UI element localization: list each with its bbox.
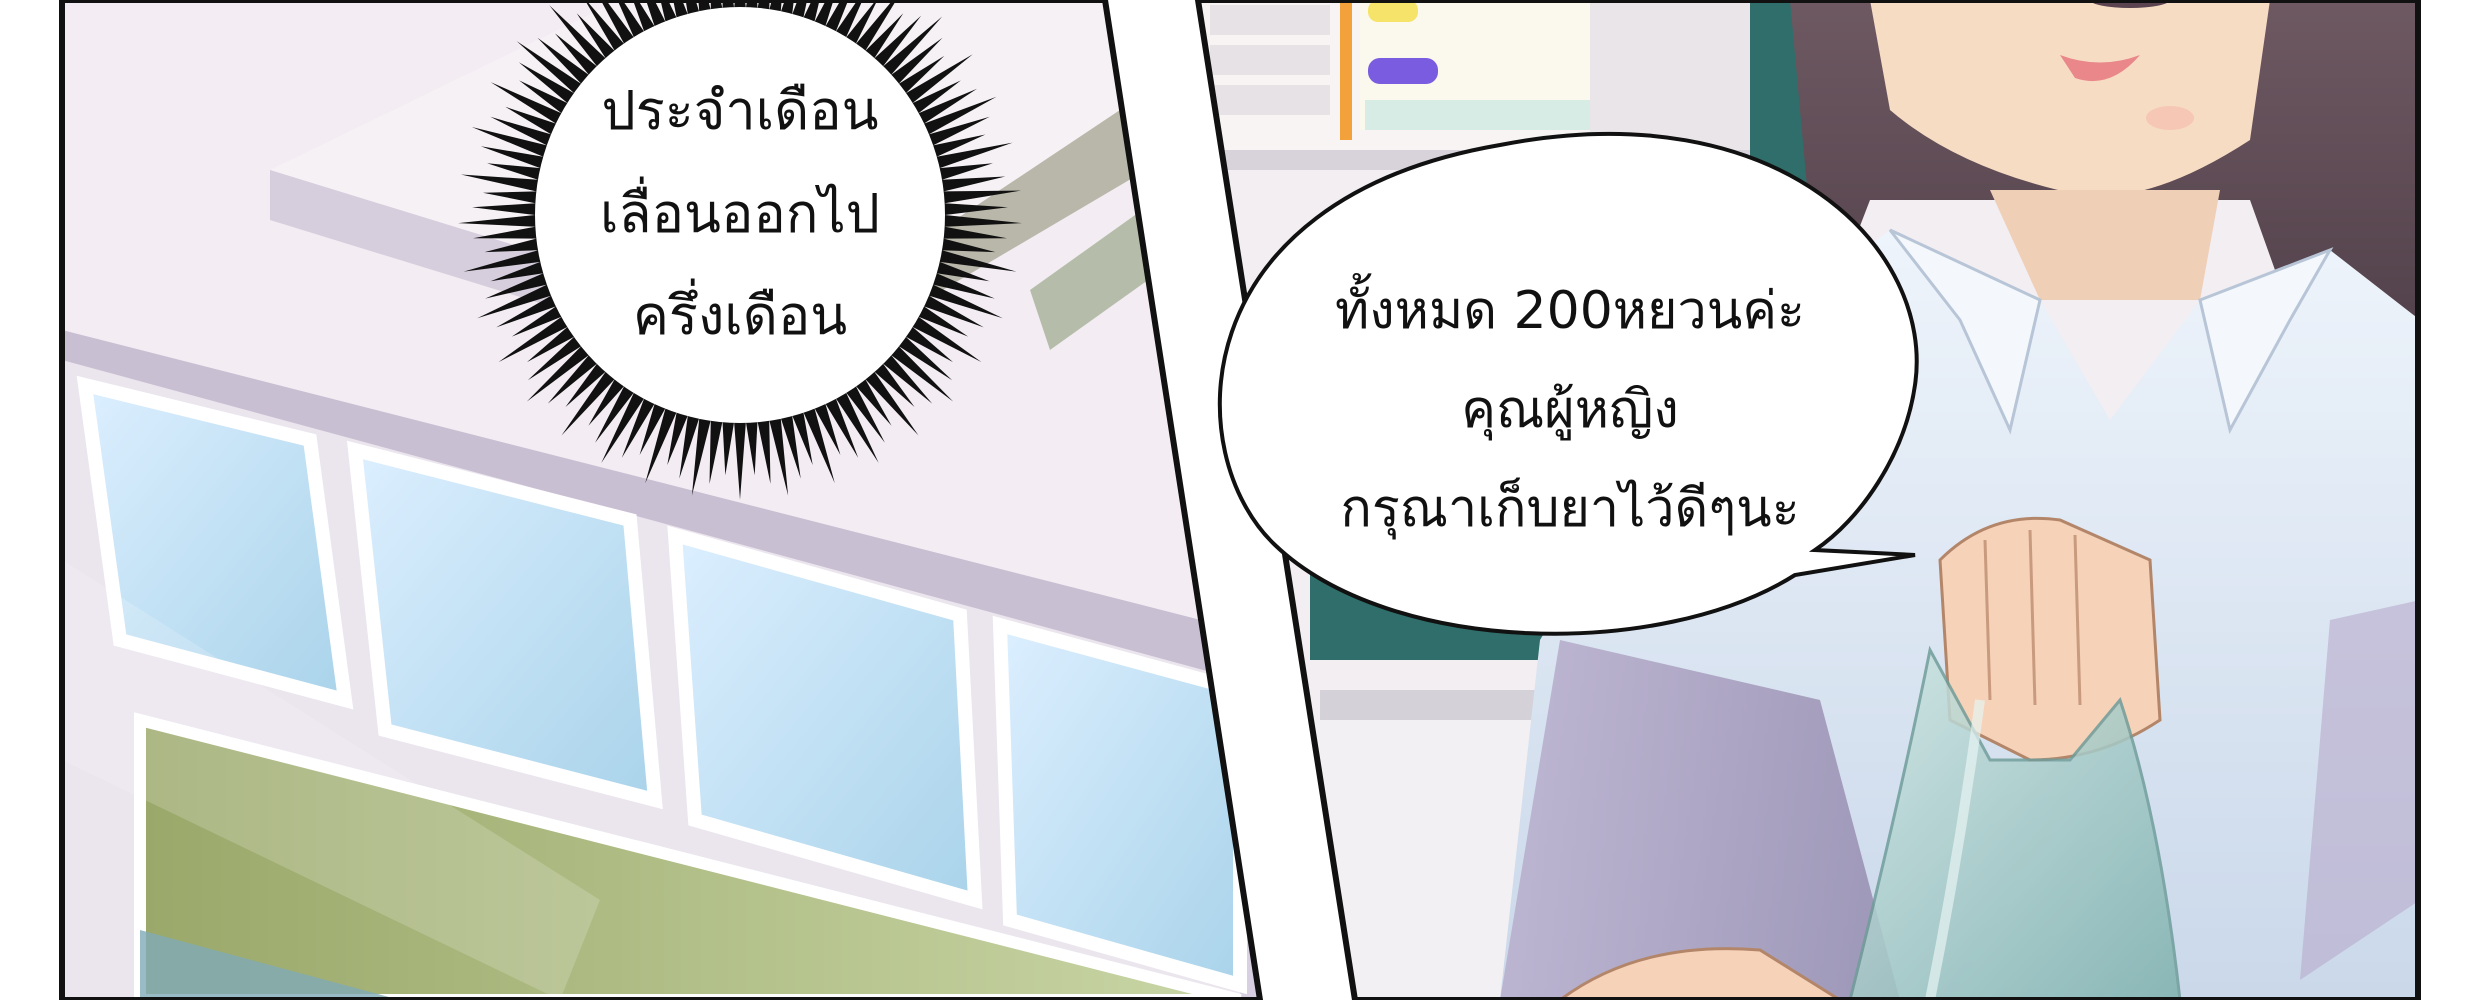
speech-line-1: ทั้งหมด 200หยวนค่ะ bbox=[1335, 281, 1805, 341]
comic-artwork bbox=[0, 0, 2480, 1003]
thought-line-2: เลื่อนออกไป bbox=[600, 181, 880, 245]
comic-page: ประจำเดือน เลื่อนออกไป ครึ่งเดือน ทั้งหม… bbox=[0, 0, 2480, 1003]
thought-bubble-text: ประจำเดือน เลื่อนออกไป ครึ่งเดือน bbox=[530, 60, 950, 368]
thought-line-1: ประจำเดือน bbox=[601, 79, 879, 142]
speech-line-2: คุณผู้หญิง bbox=[1461, 379, 1679, 440]
speech-line-3: กรุณาเก็บยาไว้ดีๆนะ bbox=[1340, 478, 1800, 539]
speech-bubble-text: ทั้งหมด 200หยวนค่ะ คุณผู้หญิง กรุณาเก็บย… bbox=[1260, 262, 1880, 558]
thought-line-3: ครึ่งเดือน bbox=[632, 284, 848, 348]
